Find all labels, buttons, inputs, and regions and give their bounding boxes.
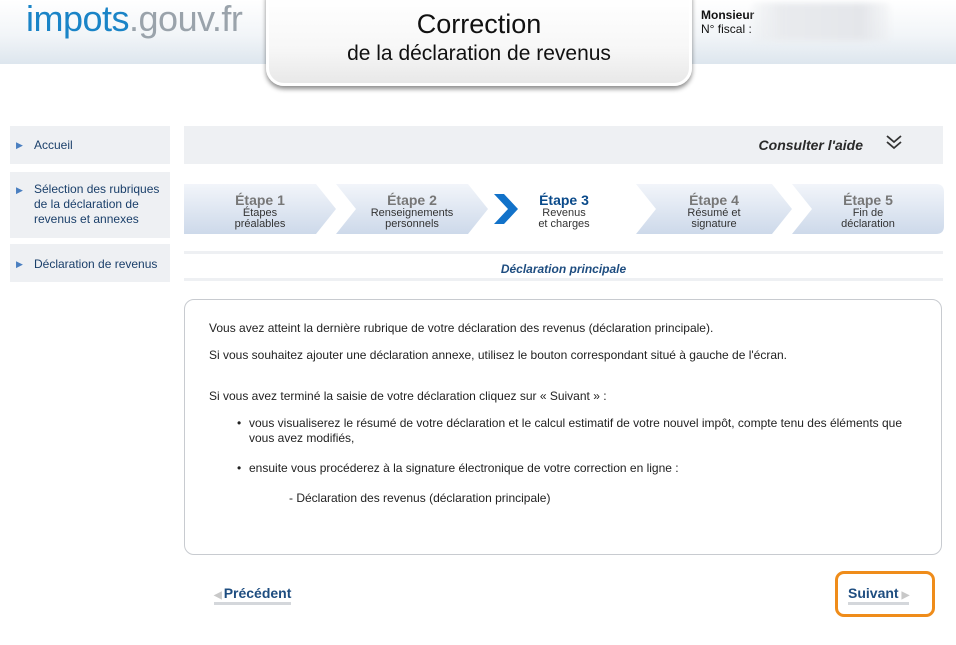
fiscal-number-label: N° fiscal : — [701, 22, 752, 36]
sidebar-item-label: Déclaration de revenus — [34, 257, 158, 271]
help-link[interactable]: Consulter l'aide — [759, 137, 863, 153]
step-title: Étape 3 — [539, 192, 589, 208]
info-paragraph-2: Si vous souhaitez ajouter une déclaratio… — [209, 348, 788, 362]
list-item-text: vous visualiserez le résumé de votre déc… — [249, 416, 903, 445]
page-title: Correction — [416, 9, 542, 39]
sub-item-text: - Déclaration des revenus (déclaration p… — [289, 491, 551, 505]
bullet-icon: • — [237, 416, 242, 430]
step-title: Étape 2 — [387, 192, 437, 208]
step-progress: Étape 1 Étapes préalables Étape 2 Rensei… — [184, 184, 944, 234]
previous-button[interactable]: ◀ Précédent — [214, 585, 292, 605]
triangle-right-icon: ▶ — [16, 140, 23, 150]
triangle-right-icon: ▶ — [16, 259, 23, 269]
step-desc: personnels — [385, 218, 439, 230]
list-item-text: ensuite vous procéderez à la signature é… — [249, 461, 679, 475]
page-subtitle: de la déclaration de revenus — [347, 42, 611, 65]
step-desc: signature — [691, 218, 737, 230]
double-chevron-down-icon[interactable] — [885, 133, 903, 151]
redacted-user-details — [752, 3, 890, 41]
sidebar-item-declaration-revenus[interactable]: ▶ Déclaration de revenus — [10, 244, 170, 282]
section-title: Déclaration principale — [184, 251, 943, 281]
step-5: Étape 5 Fin de déclaration — [792, 184, 944, 234]
step-desc: et charges — [538, 218, 590, 230]
sidebar-item-label: Sélection des rubriques de la déclaratio… — [34, 182, 160, 226]
step-1: Étape 1 Étapes préalables — [184, 184, 336, 234]
next-button[interactable]: Suivant ▶ — [848, 585, 910, 605]
triangle-right-icon: ▶ — [16, 185, 23, 195]
info-paragraph-3: Si vous avez terminé la saisie de votre … — [209, 389, 607, 403]
logo-part2: .gouv.fr — [129, 0, 243, 39]
info-paragraph-1: Vous avez atteint la dernière rubrique d… — [209, 321, 714, 335]
step-2: Étape 2 Renseignements personnels — [336, 184, 488, 234]
sidebar-item-accueil[interactable]: ▶ Accueil — [10, 126, 170, 164]
site-logo[interactable]: impots.gouv.fr — [26, 0, 243, 40]
page-title-box: Correction de la déclaration de revenus — [266, 0, 692, 86]
previous-label: Précédent — [223, 585, 292, 601]
step-4: Étape 4 Résumé et signature — [636, 184, 792, 234]
step-title: Étape 5 — [843, 192, 893, 208]
user-info: Monsieur N° fiscal : — [701, 8, 754, 36]
step-3-current: Étape 3 Revenus et charges — [488, 184, 640, 234]
next-label: Suivant — [848, 585, 899, 601]
triangle-right-icon: ▶ — [901, 590, 910, 601]
step-title: Étape 4 — [689, 192, 739, 208]
content-panel: Vous avez atteint la dernière rubrique d… — [184, 299, 942, 555]
logo-part1: impots — [26, 0, 130, 39]
help-bar: Consulter l'aide — [184, 126, 943, 164]
user-name: Monsieur — [701, 8, 755, 22]
step-desc: préalables — [234, 218, 286, 230]
sidebar-item-selection-rubriques[interactable]: ▶ Sélection des rubriques de la déclarat… — [10, 172, 170, 238]
step-title: Étape 1 — [235, 192, 285, 208]
bullet-icon: • — [237, 461, 242, 475]
sidebar-item-label: Accueil — [34, 138, 73, 152]
triangle-left-icon: ◀ — [214, 590, 222, 601]
step-desc: déclaration — [841, 218, 895, 230]
